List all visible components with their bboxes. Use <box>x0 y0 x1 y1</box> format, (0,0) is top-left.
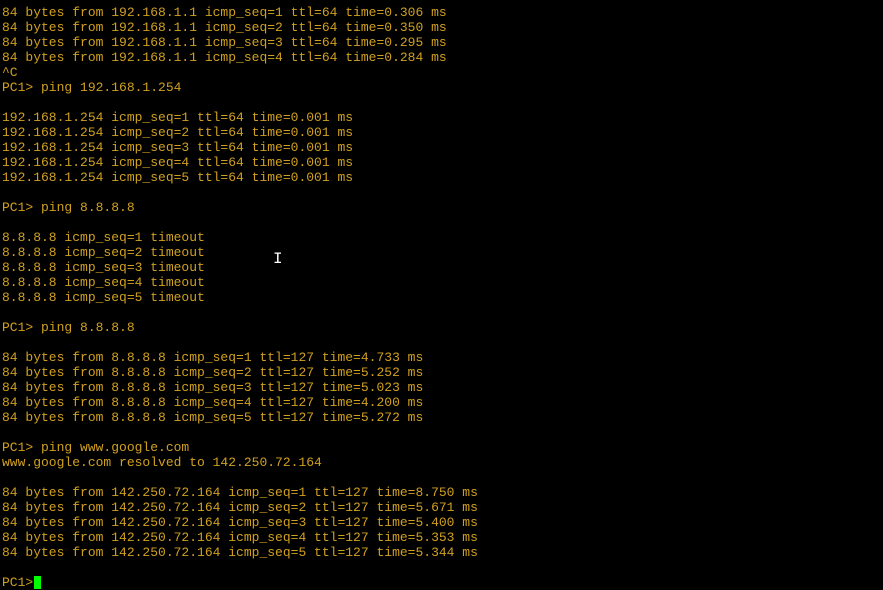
blank-line <box>2 335 881 350</box>
terminal-line: PC1> ping 192.168.1.254 <box>2 80 881 95</box>
terminal-line: PC1> ping 8.8.8.8 <box>2 320 881 335</box>
terminal-line: 84 bytes from 142.250.72.164 icmp_seq=1 … <box>2 485 881 500</box>
terminal-line: 8.8.8.8 icmp_seq=4 timeout <box>2 275 881 290</box>
terminal-line: 8.8.8.8 icmp_seq=1 timeout <box>2 230 881 245</box>
blank-line <box>2 95 881 110</box>
terminal-line: 84 bytes from 8.8.8.8 icmp_seq=1 ttl=127… <box>2 350 881 365</box>
terminal-line: 84 bytes from 142.250.72.164 icmp_seq=4 … <box>2 530 881 545</box>
terminal-line: 84 bytes from 142.250.72.164 icmp_seq=5 … <box>2 545 881 560</box>
terminal-line: 84 bytes from 8.8.8.8 icmp_seq=5 ttl=127… <box>2 410 881 425</box>
blank-line <box>2 215 881 230</box>
terminal-output[interactable]: 84 bytes from 192.168.1.1 icmp_seq=1 ttl… <box>2 5 881 575</box>
terminal-line: 192.168.1.254 icmp_seq=3 ttl=64 time=0.0… <box>2 140 881 155</box>
terminal-line: 84 bytes from 192.168.1.1 icmp_seq=3 ttl… <box>2 35 881 50</box>
blank-line <box>2 425 881 440</box>
terminal-line: 84 bytes from 192.168.1.1 icmp_seq=1 ttl… <box>2 5 881 20</box>
terminal-line: 192.168.1.254 icmp_seq=5 ttl=64 time=0.0… <box>2 170 881 185</box>
terminal-line: 8.8.8.8 icmp_seq=3 timeout <box>2 260 881 275</box>
blank-line <box>2 185 881 200</box>
terminal-line: 192.168.1.254 icmp_seq=2 ttl=64 time=0.0… <box>2 125 881 140</box>
terminal-line: 84 bytes from 8.8.8.8 icmp_seq=4 ttl=127… <box>2 395 881 410</box>
blank-line <box>2 470 881 485</box>
terminal-line: 8.8.8.8 icmp_seq=5 timeout <box>2 290 881 305</box>
terminal-line: ^C <box>2 65 881 80</box>
terminal-line: 84 bytes from 142.250.72.164 icmp_seq=2 … <box>2 500 881 515</box>
blank-line <box>2 560 881 575</box>
terminal-line: PC1> ping www.google.com <box>2 440 881 455</box>
terminal-line: 84 bytes from 192.168.1.1 icmp_seq=2 ttl… <box>2 20 881 35</box>
terminal-line: 84 bytes from 8.8.8.8 icmp_seq=2 ttl=127… <box>2 365 881 380</box>
terminal-line: www.google.com resolved to 142.250.72.16… <box>2 455 881 470</box>
terminal-line: 84 bytes from 192.168.1.1 icmp_seq=4 ttl… <box>2 50 881 65</box>
terminal-line: 84 bytes from 8.8.8.8 icmp_seq=3 ttl=127… <box>2 380 881 395</box>
terminal-line: 8.8.8.8 icmp_seq=2 timeout <box>2 245 881 260</box>
blank-line <box>2 305 881 320</box>
terminal-line: 192.168.1.254 icmp_seq=1 ttl=64 time=0.0… <box>2 110 881 125</box>
terminal-line: 84 bytes from 142.250.72.164 icmp_seq=3 … <box>2 515 881 530</box>
terminal-line: PC1> ping 8.8.8.8 <box>2 200 881 215</box>
terminal-line: 192.168.1.254 icmp_seq=4 ttl=64 time=0.0… <box>2 155 881 170</box>
